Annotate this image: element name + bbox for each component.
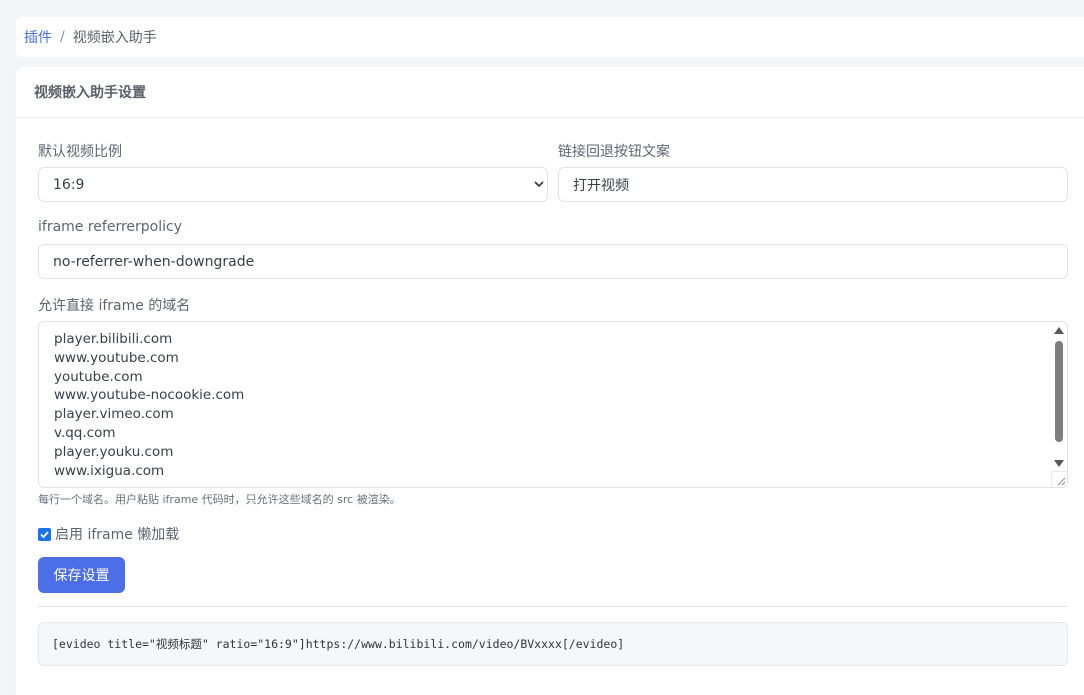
fallback-text-input[interactable]: 打开视频 xyxy=(558,167,1068,202)
resize-grip-icon[interactable] xyxy=(1051,471,1067,487)
save-settings-button[interactable]: 保存设置 xyxy=(38,557,125,593)
domain-line: www.ixigua.com xyxy=(54,462,165,479)
divider xyxy=(38,606,1068,607)
shortcode-example: [evideo title="视频标题" ratio="16:9"]https:… xyxy=(38,622,1068,666)
fallback-label: 链接回退按钮文案 xyxy=(558,144,670,160)
domain-line: www.youtube-nocookie.com xyxy=(54,387,245,404)
domain-line: player.vimeo.com xyxy=(54,406,174,423)
breadcrumb-plugins-link[interactable]: 插件 xyxy=(24,27,52,47)
textarea-scrollbar[interactable] xyxy=(1051,322,1067,472)
ratio-label: 默认视频比例 xyxy=(38,144,122,160)
domains-help-text: 每行一个域名。用户粘贴 iframe 代码时，只允许这些域名的 src 被渲染。 xyxy=(38,493,401,506)
domains-textarea[interactable]: player.bilibili.com www.youtube.com yout… xyxy=(38,321,1068,488)
domain-line: v.qq.com xyxy=(54,424,116,441)
domain-line: www.youtube.com xyxy=(54,349,179,366)
referrer-label: iframe referrerpolicy xyxy=(38,219,182,235)
scrollbar-thumb[interactable] xyxy=(1055,341,1063,442)
ratio-select-value: 16:9 xyxy=(53,176,85,193)
referrer-input[interactable]: no-referrer-when-downgrade xyxy=(38,244,1068,279)
breadcrumb: 插件 / 视频嵌入助手 xyxy=(16,17,1084,57)
referrer-value: no-referrer-when-downgrade xyxy=(53,253,255,270)
domain-line: player.bilibili.com xyxy=(54,331,173,347)
breadcrumb-separator: / xyxy=(60,29,65,45)
domain-line: player.youku.com xyxy=(54,443,174,460)
checkmark-icon xyxy=(40,530,49,538)
fallback-text-value: 打开视频 xyxy=(573,177,629,194)
domain-line: youtube.com xyxy=(54,368,143,385)
lazy-load-checkbox[interactable] xyxy=(38,527,51,541)
ratio-select[interactable]: 16:9 xyxy=(38,167,548,202)
shortcode-text: [evideo title="视频标题" ratio="16:9"]https:… xyxy=(52,637,625,651)
card-title: 视频嵌入助手设置 xyxy=(16,67,1084,118)
scroll-up-arrow-icon[interactable] xyxy=(1054,327,1064,334)
breadcrumb-current: 视频嵌入助手 xyxy=(72,30,157,46)
settings-card: 视频嵌入助手设置 默认视频比例 16:9 链接回退按钮文案 打开视频 ifram… xyxy=(16,67,1084,695)
lazy-load-row: 启用 iframe 懒加载 xyxy=(38,524,179,544)
lazy-load-label[interactable]: 启用 iframe 懒加载 xyxy=(55,524,179,544)
scroll-down-arrow-icon[interactable] xyxy=(1054,460,1064,467)
chevron-down-icon xyxy=(534,181,544,188)
domains-list: player.bilibili.com www.youtube.com yout… xyxy=(54,330,244,480)
domains-label: 允许直接 iframe 的域名 xyxy=(38,298,191,314)
